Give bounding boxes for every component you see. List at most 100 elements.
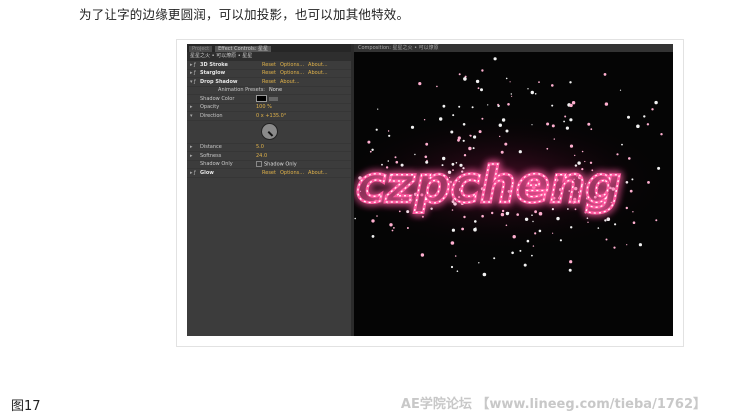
sparkle-dot: [569, 118, 573, 122]
sparkle-dot: [505, 129, 509, 133]
sparkle-dot: [646, 123, 650, 126]
sparkle-dot: [647, 181, 650, 184]
eyedropper-icon[interactable]: [269, 96, 278, 101]
reset-link[interactable]: Reset: [262, 70, 276, 76]
panel-tabs: Project Effect Controls: 星星: [187, 44, 351, 52]
sparkle-dot: [511, 251, 514, 255]
sparkle-dot: [597, 227, 600, 229]
sparkle-dot: [493, 57, 497, 61]
composition-tab[interactable]: Composition: 星星之火 • 可以燎原: [354, 44, 673, 52]
animation-presets-label: Animation Presets:: [218, 87, 265, 94]
reset-link[interactable]: Reset: [262, 170, 276, 176]
composition-panel: Composition: 星星之火 • 可以燎原 czpcheng czpche…: [354, 44, 673, 336]
sparkle-dot: [571, 101, 576, 105]
options-link[interactable]: Options...: [280, 70, 304, 76]
sparkle-dot: [376, 215, 378, 217]
shadow-color-label: Shadow Color: [200, 95, 235, 102]
softness-row: ▸ Softness 24.0: [187, 152, 351, 161]
distance-label: Distance: [200, 144, 222, 151]
sparkle-dot: [468, 146, 472, 151]
options-link[interactable]: Options...: [280, 170, 304, 176]
sparkle-dot: [450, 130, 454, 134]
sparkle-dot: [469, 134, 471, 137]
sparkle-dot: [605, 238, 608, 241]
sparkle-dot: [507, 103, 510, 106]
about-link[interactable]: About...: [308, 62, 328, 68]
sparkle-dot: [463, 215, 466, 219]
sparkle-dot: [442, 104, 446, 108]
reset-link[interactable]: Reset: [262, 62, 276, 68]
sparkle-dot: [625, 206, 628, 210]
animation-presets-select[interactable]: None: [269, 87, 282, 93]
sparkle-dot: [450, 241, 455, 245]
sparkle-dot: [551, 84, 554, 87]
sparkle-dot: [532, 245, 535, 247]
sparkle-dot: [621, 143, 623, 146]
sparkle-dot: [477, 87, 480, 90]
sparkle-dot: [614, 223, 617, 226]
sparkle-dot: [391, 229, 394, 232]
sparkle-dot: [643, 115, 646, 118]
sparkle-dot: [371, 148, 374, 151]
screenshot-frame: Project Effect Controls: 星星 星星之火 • 可以燎原 …: [176, 39, 684, 347]
about-link[interactable]: About...: [308, 170, 328, 176]
sparkle-dot: [631, 178, 634, 181]
sparkle-dot: [369, 150, 372, 153]
effect-row-drop-shadow[interactable]: ▾ ƒ Drop Shadow Reset About...: [187, 78, 351, 87]
sparkle-dot: [632, 211, 634, 213]
sparkle-dot: [603, 73, 607, 76]
opacity-value[interactable]: 100 %: [256, 104, 272, 110]
direction-value[interactable]: 0 x +135.0°: [256, 113, 286, 119]
sparkle-dot: [452, 114, 455, 117]
sparkle-dot: [389, 223, 393, 227]
sparkle-dot: [493, 257, 496, 260]
sparkle-dot: [505, 77, 508, 80]
sparkle-dot: [410, 125, 415, 129]
options-link[interactable]: Options...: [280, 62, 304, 68]
sparkle-dot: [629, 189, 633, 193]
sparkle-dot: [552, 232, 554, 234]
sparkle-dot: [606, 217, 611, 221]
about-link[interactable]: About...: [280, 79, 300, 85]
sparkle-dot: [421, 215, 424, 218]
sparkle-dot: [531, 254, 533, 257]
sparkle-dot: [471, 106, 474, 109]
reset-link[interactable]: Reset: [262, 79, 276, 85]
color-swatch[interactable]: [256, 95, 267, 103]
sparkle-dot: [462, 139, 465, 142]
sparkle-dot: [454, 255, 457, 257]
distance-row: ▸ Distance 5.0: [187, 144, 351, 152]
distance-value[interactable]: 5.0: [256, 144, 264, 150]
sparkle-dot: [551, 104, 554, 107]
composition-viewer[interactable]: czpcheng czpcheng: [354, 52, 673, 336]
animation-presets-row: Animation Presets: None: [187, 87, 351, 95]
shadow-only-checkbox[interactable]: Shadow Only: [256, 161, 297, 168]
effect-row-starglow[interactable]: ▸ ƒ Starglow Reset Options... About...: [187, 70, 351, 78]
sparkle-dot: [425, 142, 429, 146]
sparkle-dot: [569, 260, 573, 264]
opacity-row: ▸ Opacity 100 %: [187, 104, 351, 112]
effect-row-3d-stroke[interactable]: ▸ ƒ 3D Stroke Reset Options... About...: [187, 61, 351, 70]
effect-row-glow[interactable]: ▸ ƒ Glow Reset Options... About...: [187, 169, 351, 178]
sparkle-dot: [651, 108, 654, 111]
sparkle-dot: [551, 124, 555, 128]
sparkle-dot: [613, 246, 616, 249]
sparkle-dot: [481, 117, 484, 120]
softness-value[interactable]: 24.0: [256, 153, 267, 159]
sparkle-dot: [570, 226, 573, 229]
about-link[interactable]: About...: [308, 70, 328, 76]
sparkle-dot: [657, 166, 661, 170]
sparkle-dot: [501, 118, 506, 122]
sparkle-dot: [436, 85, 438, 88]
sparkle-dot: [457, 136, 461, 140]
sparkle-dot: [406, 227, 409, 229]
sparkle-dot: [524, 217, 529, 221]
sparkle-dot: [463, 77, 467, 81]
sparkle-dot: [423, 119, 426, 121]
sparkle-dot: [526, 239, 530, 243]
sparkle-dot: [420, 253, 425, 257]
sparkle-dot: [388, 134, 391, 137]
sparkle-dot: [530, 90, 534, 95]
direction-dial[interactable]: [261, 122, 278, 140]
sparkle-dot: [586, 217, 589, 219]
